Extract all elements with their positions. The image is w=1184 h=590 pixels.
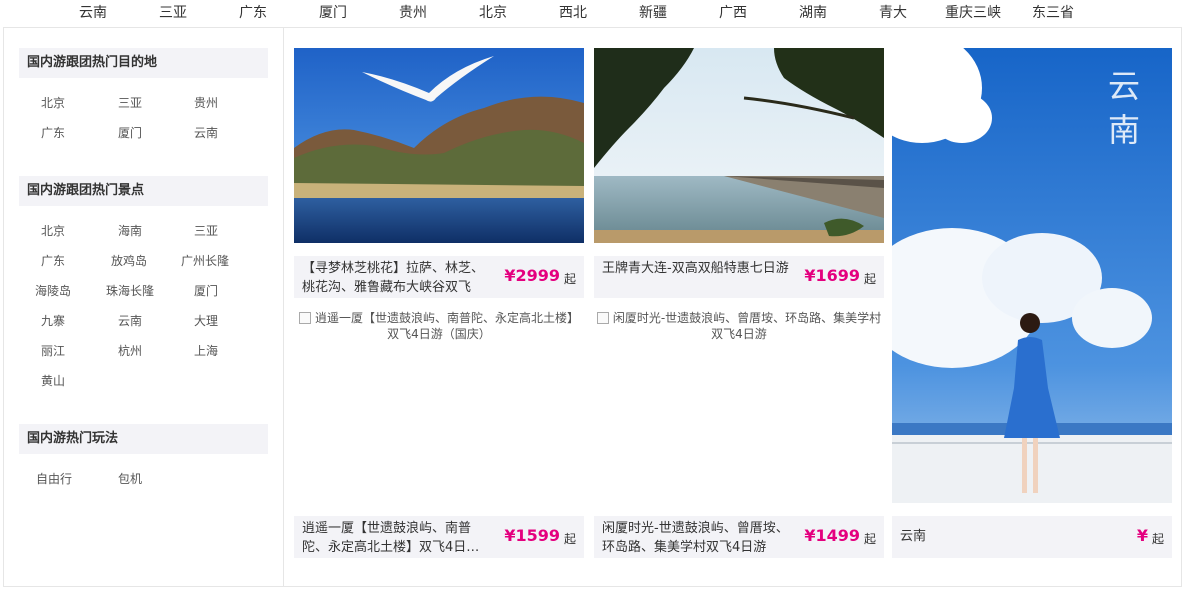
region-link[interactable]: 青大	[879, 2, 907, 22]
card-title[interactable]: 【寻梦林芝桃花】拉萨、林芝、桃花沟、雅鲁藏布大峡谷双飞	[302, 259, 492, 297]
card-title[interactable]: 闲厦时光-世遗鼓浪屿、曾厝垵、环岛路、集美学村双飞4日游	[602, 519, 792, 557]
price-unit: 起	[1151, 532, 1164, 546]
section-title-destinations: 国内游跟团热门目的地	[19, 48, 268, 78]
play-link[interactable]: 自由行	[36, 470, 72, 487]
card-title[interactable]: 王牌青大连-双高双船特惠七日游	[602, 259, 792, 297]
attraction-link[interactable]: 放鸡岛	[111, 252, 147, 269]
card-info: 闲厦时光-世遗鼓浪屿、曾厝垵、环岛路、集美学村双飞4日游 ¥1499 起	[594, 516, 884, 558]
destination-link[interactable]: 厦门	[118, 124, 142, 141]
attraction-link[interactable]: 三亚	[194, 222, 218, 239]
destination-link[interactable]: 贵州	[194, 94, 218, 111]
price-unit: 起	[563, 532, 576, 546]
card-info: 逍遥一厦【世遗鼓浪屿、南普陀、永定高北土楼】双飞4日游（国庆） ¥1599 起	[294, 516, 584, 558]
region-link[interactable]: 湖南	[799, 2, 827, 22]
attraction-link[interactable]: 广州长隆	[181, 252, 229, 269]
price-unit: 起	[863, 532, 876, 546]
region-link[interactable]: 新疆	[639, 2, 667, 22]
attraction-link[interactable]: 广东	[41, 252, 65, 269]
product-card[interactable]: 逍遥一厦【世遗鼓浪屿、南普陀、永定高北土楼】双飞4日游（国庆） 逍遥一厦【世遗鼓…	[294, 308, 584, 558]
card-image-lake[interactable]	[294, 48, 584, 243]
card-title[interactable]: 逍遥一厦【世遗鼓浪屿、南普陀、永定高北土楼】双飞4日游（国庆）	[302, 519, 492, 557]
product-card[interactable]: 王牌青大连-双高双船特惠七日游 ¥1699 起	[594, 48, 884, 298]
destination-link[interactable]: 云南	[194, 124, 218, 141]
attraction-link[interactable]: 北京	[41, 222, 65, 239]
play-link[interactable]: 包机	[118, 470, 142, 487]
price-unit: 起	[863, 272, 876, 286]
feature-price: ¥	[1136, 526, 1148, 545]
section-title-attractions: 国内游跟团热门景点	[19, 176, 268, 206]
feature-info: 云南 ¥ 起	[892, 516, 1172, 558]
attraction-link[interactable]: 九寨	[41, 312, 65, 329]
attraction-link[interactable]: 丽江	[41, 342, 65, 359]
attraction-link[interactable]: 上海	[194, 342, 218, 359]
feature-title[interactable]: 云南	[900, 527, 1090, 565]
attraction-link[interactable]: 大理	[194, 312, 218, 329]
card-info: 【寻梦林芝桃花】拉萨、林芝、桃花沟、雅鲁藏布大峡谷双飞 ¥2999 起	[294, 256, 584, 298]
destination-link[interactable]: 广东	[41, 124, 65, 141]
region-link[interactable]: 广东	[239, 2, 267, 22]
card-price: ¥1599	[504, 526, 560, 545]
broken-image-alt[interactable]: 闲厦时光-世遗鼓浪屿、曾厝垵、环岛路、集美学村双飞4日游	[594, 310, 884, 342]
product-card[interactable]: 闲厦时光-世遗鼓浪屿、曾厝垵、环岛路、集美学村双飞4日游 闲厦时光-世遗鼓浪屿、…	[594, 308, 884, 558]
attraction-link[interactable]: 云南	[118, 312, 142, 329]
card-price: ¥1499	[804, 526, 860, 545]
broken-image-alt[interactable]: 逍遥一厦【世遗鼓浪屿、南普陀、永定高北土楼】双飞4日游（国庆）	[294, 310, 584, 342]
card-price: ¥1699	[804, 266, 860, 285]
region-link[interactable]: 重庆三峡	[945, 2, 1001, 22]
destination-link[interactable]: 北京	[41, 94, 65, 111]
region-link[interactable]: 厦门	[319, 2, 347, 22]
price-unit: 起	[563, 272, 576, 286]
attraction-link[interactable]: 杭州	[118, 342, 142, 359]
image-alt-text: 逍遥一厦【世遗鼓浪屿、南普陀、永定高北土楼】双飞4日游（国庆）	[314, 311, 579, 341]
product-card[interactable]: 【寻梦林芝桃花】拉萨、林芝、桃花沟、雅鲁藏布大峡谷双飞 ¥2999 起	[294, 48, 584, 298]
card-image-pier[interactable]	[594, 48, 884, 243]
attraction-link[interactable]: 海陵岛	[35, 282, 71, 299]
sidebar-divider	[283, 27, 284, 587]
region-link[interactable]: 东三省	[1032, 2, 1074, 22]
attraction-link[interactable]: 海南	[118, 222, 142, 239]
destination-link[interactable]: 三亚	[118, 94, 142, 111]
card-info: 王牌青大连-双高双船特惠七日游 ¥1699 起	[594, 256, 884, 298]
region-link[interactable]: 云南	[79, 2, 107, 22]
region-link[interactable]: 广西	[719, 2, 747, 22]
region-link[interactable]: 三亚	[159, 2, 187, 22]
attraction-link[interactable]: 珠海长隆	[106, 282, 154, 299]
region-nav: 云南 三亚 广东 厦门 贵州 北京 西北 新疆 广西 湖南 青大 重庆三峡 东三…	[0, 0, 1184, 24]
attraction-link[interactable]: 厦门	[194, 282, 218, 299]
broken-image-icon	[298, 312, 311, 324]
attraction-link[interactable]: 黄山	[41, 372, 65, 389]
region-link[interactable]: 贵州	[399, 2, 427, 22]
broken-image-icon	[596, 312, 609, 324]
feature-caption: 云南	[1107, 67, 1140, 149]
region-link[interactable]: 北京	[479, 2, 507, 22]
region-link[interactable]: 西北	[559, 2, 587, 22]
image-alt-text: 闲厦时光-世遗鼓浪屿、曾厝垵、环岛路、集美学村双飞4日游	[612, 311, 882, 341]
section-title-play: 国内游热门玩法	[19, 424, 268, 454]
card-price: ¥2999	[504, 266, 560, 285]
